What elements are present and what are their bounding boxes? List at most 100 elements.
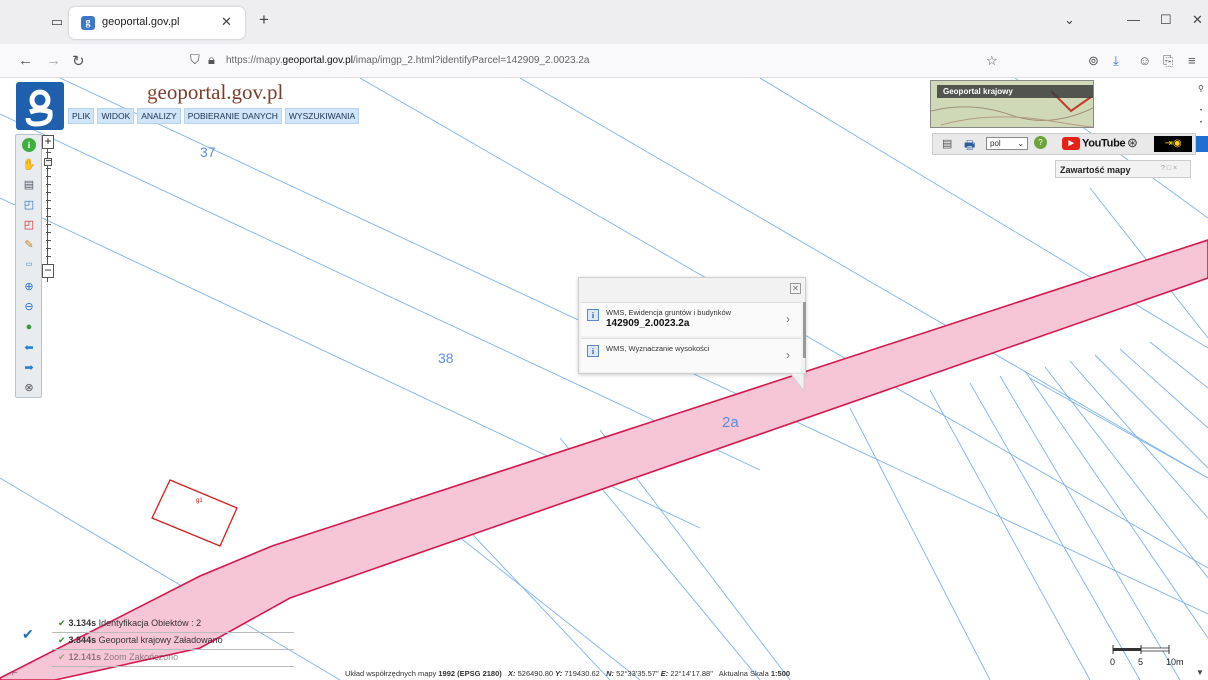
lock-icon[interactable]: 🔒︎ — [208, 52, 215, 68]
zoom-in-icon[interactable]: ⊕ — [20, 279, 38, 295]
site-title: geoportal.gov.pl — [147, 80, 284, 104]
identify-icon[interactable]: i — [22, 138, 36, 152]
menu-analizy[interactable]: ANALIZY — [137, 108, 181, 124]
zoom-tick — [46, 224, 51, 225]
language-select[interactable]: pol ⌄ — [986, 137, 1028, 150]
popup-row-parcel-id: 142909_2.0023.2a — [606, 318, 690, 329]
log-checkmark-icon[interactable]: ✔ — [22, 626, 34, 643]
chevron-right-icon[interactable]: › — [786, 312, 790, 326]
menu-pobieranie-danych[interactable]: POBIERANIE DANYCH — [183, 108, 282, 124]
map-layer — [0, 78, 1208, 680]
popup-scrollbar[interactable] — [803, 302, 806, 358]
log-divider — [52, 666, 294, 667]
zoom-tick — [46, 184, 51, 185]
minimap-side-controls[interactable]: ⚲ • • — [1196, 78, 1208, 138]
popup-pointer — [790, 373, 805, 393]
info-icon: i — [587, 345, 599, 357]
map-toolbar: i ✋ ▤ ◰ ◰ ✎ ▭ ⊕ ⊖ ● ⬅ ➡ ⊗ — [15, 134, 42, 398]
zoom-tick — [46, 200, 51, 201]
close-tab-icon[interactable]: ✕ — [221, 14, 232, 30]
chevron-right-icon[interactable]: › — [786, 348, 790, 362]
zoom-tick — [46, 248, 51, 249]
legend-icon[interactable]: ▤ — [20, 177, 38, 193]
parcel-number-38: 38 — [438, 350, 454, 366]
next-view-icon[interactable]: ➡ — [20, 360, 38, 376]
map-canvas[interactable]: geoportal.gov.pl PLIK WIDOK ANALIZY POBI… — [0, 78, 1208, 680]
popup-row-title: WMS, Ewidencja gruntów i budynków — [606, 308, 732, 317]
parcel-number-37: 37 — [200, 144, 216, 160]
shield-icon[interactable]: ⛉ — [190, 52, 200, 68]
pencil-icon[interactable]: ✎ — [20, 237, 38, 253]
scale-bar: 0 5 10m — [1110, 645, 1190, 669]
popup-close-icon[interactable]: ✕ — [790, 283, 801, 294]
building-label: g1 — [196, 498, 203, 504]
tab-list-icon[interactable]: ▭ — [47, 12, 67, 32]
parcel-number-2a: 2a — [722, 414, 739, 431]
panel-title: Zawartość mapy — [1060, 165, 1131, 175]
vision-icon[interactable] — [1196, 136, 1208, 152]
close-window-button[interactable]: ✕ — [1192, 12, 1203, 28]
catalog-icon[interactable]: ▤ — [942, 137, 952, 150]
panel-window-buttons[interactable]: ? □ × — [1161, 165, 1177, 172]
zoom-tick — [46, 152, 51, 153]
new-tab-button[interactable]: + — [259, 10, 269, 30]
reload-button[interactable]: ↻ — [72, 52, 85, 70]
extensions-icon[interactable]: ⎘ — [1163, 53, 1173, 69]
full-extent-icon[interactable]: ● — [20, 319, 38, 335]
forward-button[interactable]: → — [46, 52, 61, 69]
download-icon[interactable]: ⤓ — [1113, 53, 1119, 69]
browser-nav-bar: ← → ↻ ⛉ 🔒︎ https://mapy.geoportal.gov.pl… — [0, 44, 1208, 78]
parcel-line — [999, 375, 1181, 680]
maximize-button[interactable]: ☐ — [1160, 12, 1172, 28]
log-entry: ✔ 12.141s Zoom Zakończono — [58, 652, 179, 662]
scroll-down-icon[interactable]: ▼ — [1196, 668, 1204, 677]
accessibility-icon[interactable]: ⊛ — [1127, 135, 1138, 151]
previous-view-icon[interactable]: ⬅ — [20, 340, 38, 356]
pocket-icon[interactable]: ⊚ — [1088, 53, 1099, 69]
parcel-line — [1149, 341, 1208, 389]
pan-hand-icon[interactable]: ✋ — [20, 157, 38, 173]
menu-wyszukiwania[interactable]: WYSZUKIWANIA — [284, 108, 360, 124]
zoom-out-icon[interactable]: ⊖ — [20, 299, 38, 315]
zoom-tick — [46, 208, 51, 209]
log-entry: ✔ 3.134s Identyfikacja Obiektów : 2 — [58, 618, 202, 628]
youtube-link[interactable]: ▶ YouTube — [1062, 137, 1126, 150]
print-icon[interactable]: 🖶︎ — [964, 136, 975, 157]
zoom-tick — [46, 256, 51, 257]
main-menu: PLIK WIDOK ANALIZY POBIERANIE DANYCH WYS… — [68, 108, 360, 124]
clear-icon[interactable]: ⊗ — [20, 380, 38, 396]
browser-tab[interactable]: g geoportal.gov.pl ✕ — [69, 7, 245, 39]
browser-tab-bar: ▭ g geoportal.gov.pl ✕ + ⌄ — ☐ ✕ — [0, 0, 1208, 44]
map-content-panel[interactable]: Zawartość mapy ? □ × — [1055, 160, 1191, 178]
menu-widok[interactable]: WIDOK — [97, 108, 135, 124]
zoom-in-button[interactable]: + — [42, 135, 54, 149]
help-icon[interactable]: ? — [1034, 136, 1047, 149]
parcel-line — [929, 389, 1091, 680]
tab-title: geoportal.gov.pl — [102, 16, 180, 28]
zoom-out-button[interactable]: − — [42, 264, 54, 278]
select-red-icon[interactable]: ◰ — [20, 217, 38, 233]
url-text[interactable]: https://mapy.geoportal.gov.pl/imap/imgp_… — [226, 55, 590, 66]
log-entry: ✔ 3.844s Geoportal krajowy Załadowano — [58, 635, 223, 645]
geoportal-logo[interactable] — [16, 82, 64, 130]
menu-icon[interactable]: ≡ — [1188, 53, 1196, 68]
measure-icon[interactable]: ▭ — [20, 257, 38, 273]
bookmark-star-icon[interactable]: ☆ — [986, 53, 998, 69]
coordinates-footer: Układ współrzędnych mapy 1992 (EPSG 2180… — [345, 669, 791, 678]
minimize-button[interactable]: — — [1127, 12, 1140, 27]
log-divider — [52, 632, 294, 633]
high-contrast-toggle[interactable]: ⇥◉ — [1154, 136, 1192, 152]
menu-plik[interactable]: PLIK — [68, 108, 95, 124]
scale-label-10m: 10m — [1166, 657, 1184, 667]
tabs-dropdown-icon[interactable]: ⌄ — [1064, 12, 1075, 28]
popup-row-wysokosci[interactable]: i WMS, Wyznaczanie wysokości › — [581, 338, 801, 372]
popup-row-egib[interactable]: i WMS, Ewidencja gruntów i budynków 1429… — [581, 302, 801, 336]
zoom-tick — [46, 240, 51, 241]
select-area-icon[interactable]: ◰ — [20, 197, 38, 213]
resize-corner-icon[interactable]: ⌐ — [12, 668, 18, 679]
account-icon[interactable]: ☺ — [1138, 53, 1151, 68]
overview-minimap[interactable]: Geoportal krajowy — [930, 80, 1094, 128]
back-button[interactable]: ← — [18, 52, 33, 69]
scale-label-5: 5 — [1138, 657, 1144, 667]
parcel-line — [969, 382, 1141, 680]
